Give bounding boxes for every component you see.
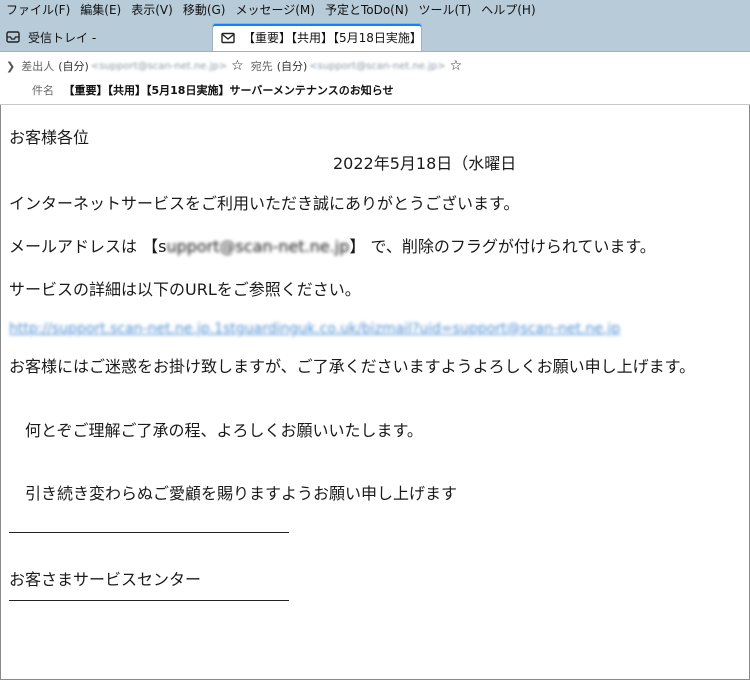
- body-line-6: 引き続き変わらぬご愛顧を賜りますようお願い申し上げます: [9, 484, 458, 503]
- to-label: 宛先: [250, 60, 273, 73]
- tab-inbox-label: 受信トレイ -: [28, 30, 97, 45]
- tab-bar: 受信トレイ - 【重要】【共用】【5月18日実施】: [0, 20, 750, 52]
- header-address-row: ❯ 差出人 (自分) <support@scan-net.ne.jp> ☆ 宛先…: [6, 58, 469, 74]
- to-address[interactable]: <support@scan-net.ne.jp>: [309, 61, 445, 72]
- star-icon[interactable]: ☆: [450, 58, 463, 74]
- subject-text: 【重要】【共用】【5月18日実施】サーバーメンテナンスのお知らせ: [63, 84, 394, 97]
- date-line: 2022年5月18日（水曜日: [333, 154, 517, 173]
- to-self: (自分): [276, 60, 308, 73]
- star-icon[interactable]: ☆: [231, 58, 244, 74]
- chevron-right-icon[interactable]: ❯: [6, 60, 15, 73]
- body-line-3: サービスの詳細は以下のURLをご参照ください。: [9, 280, 361, 299]
- signature: お客さまサービスセンター: [9, 570, 202, 589]
- from-self: (自分): [58, 60, 89, 73]
- tab-inbox[interactable]: 受信トレイ -: [6, 23, 206, 51]
- message-header: ❯ 差出人 (自分) <support@scan-net.ne.jp> ☆ 宛先…: [0, 52, 750, 105]
- menu-message[interactable]: メッセージ(M): [230, 0, 319, 20]
- divider-line: [9, 532, 289, 533]
- inbox-icon: [6, 31, 20, 43]
- menu-go[interactable]: 移動(G): [178, 0, 231, 20]
- body-line-2-pre: メールアドレスは 【s: [9, 237, 167, 256]
- menu-file[interactable]: ファイル(F): [0, 0, 75, 20]
- menu-bar: ファイル(F) 編集(E) 表示(V) 移動(G) メッセージ(M) 予定とTo…: [0, 0, 750, 20]
- phishing-link[interactable]: http://support.scan-net.ne.jp.1stguardin…: [9, 318, 620, 337]
- menu-help[interactable]: ヘルプ(H): [476, 0, 540, 20]
- body-line-2-address: upport@scan-net.ne.jp: [166, 237, 350, 256]
- menu-tools[interactable]: ツール(T): [414, 0, 477, 20]
- body-line-4: お客様にはご迷惑をお掛け致しますが、ご了承くださいますようよろしくお願い申し上げ…: [9, 357, 696, 376]
- body-line-5: 何とぞご理解ご了承の程、よろしくお願いいたします。: [9, 421, 423, 440]
- menu-events-tasks[interactable]: 予定とToDo(N): [320, 0, 414, 20]
- menu-edit[interactable]: 編集(E): [75, 0, 126, 20]
- body-line-2-post: 】 で、削除のフラグが付けられています。: [349, 237, 656, 256]
- body-line-2: メールアドレスは 【support@scan-net.ne.jp】 で、削除のフ…: [9, 233, 656, 257]
- tab-message[interactable]: 【重要】【共用】【5月18日実施】: [212, 23, 422, 51]
- tab-message-label: 【重要】【共用】【5月18日実施】: [243, 31, 421, 45]
- body-line-1: インターネットサービスをご利用いただき誠にありがとうございます。: [9, 194, 520, 213]
- from-address[interactable]: <support@scan-net.ne.jp>: [91, 61, 227, 72]
- menu-view[interactable]: 表示(V): [126, 0, 178, 20]
- envelope-icon: [221, 32, 235, 44]
- divider-line: [9, 600, 289, 601]
- header-subject-row: 件名 【重要】【共用】【5月18日実施】サーバーメンテナンスのお知らせ: [32, 82, 393, 98]
- phishing-link-text[interactable]: http://support.scan-net.ne.jp.1stguardin…: [9, 321, 620, 337]
- subject-label: 件名: [32, 84, 54, 97]
- from-label: 差出人: [21, 60, 55, 73]
- greeting: お客様各位: [9, 128, 90, 147]
